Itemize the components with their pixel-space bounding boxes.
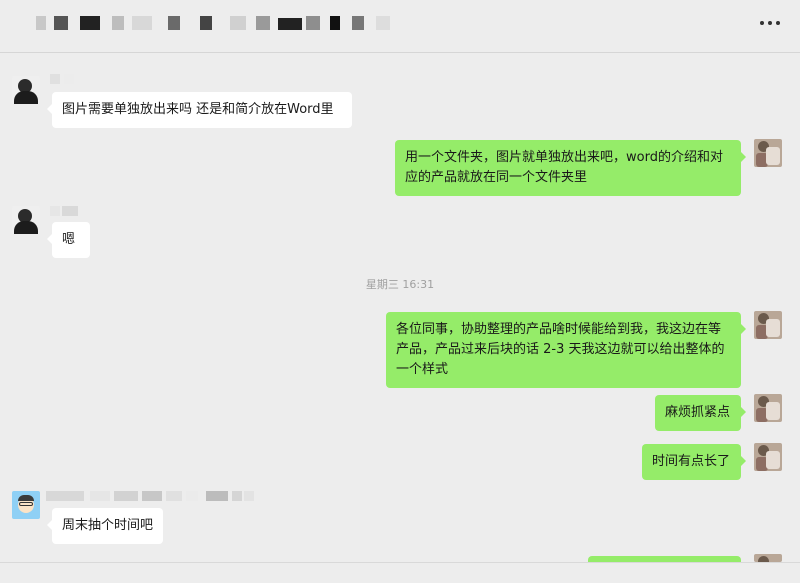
message-bubble[interactable]: 图片需要单独放出来吗 还是和简介放在Word里 [47,92,352,128]
avatar[interactable] [754,554,782,562]
avatar[interactable] [754,139,782,167]
avatar[interactable] [12,206,40,234]
more-icon[interactable] [760,16,784,30]
message-bubble[interactable]: 用一个文件夹，图片就单独放出来吧，word的介绍和对应的产品就放在同一个文件夹里 [395,140,746,196]
avatar[interactable] [754,394,782,422]
avatar[interactable] [12,491,40,519]
message-bubble[interactable]: 时间有点长了 [642,444,746,480]
message-bubble[interactable]: 嗯 [47,222,90,258]
chat-header [0,0,800,53]
avatar[interactable] [754,443,782,471]
message-bubble[interactable]: 各位同事，协助整理的产品啥时候能给到我，我这边在等产品，产品过来后块的话 2-3… [386,312,746,388]
avatar[interactable] [12,76,40,104]
message-bubble[interactable]: 周末抽个时间吧 [47,508,163,544]
time-separator: 星期三 16:31 [365,278,435,291]
input-area[interactable] [0,562,800,583]
message-bubble[interactable]: 麻烦抓紧点 [655,395,746,431]
avatar[interactable] [754,311,782,339]
